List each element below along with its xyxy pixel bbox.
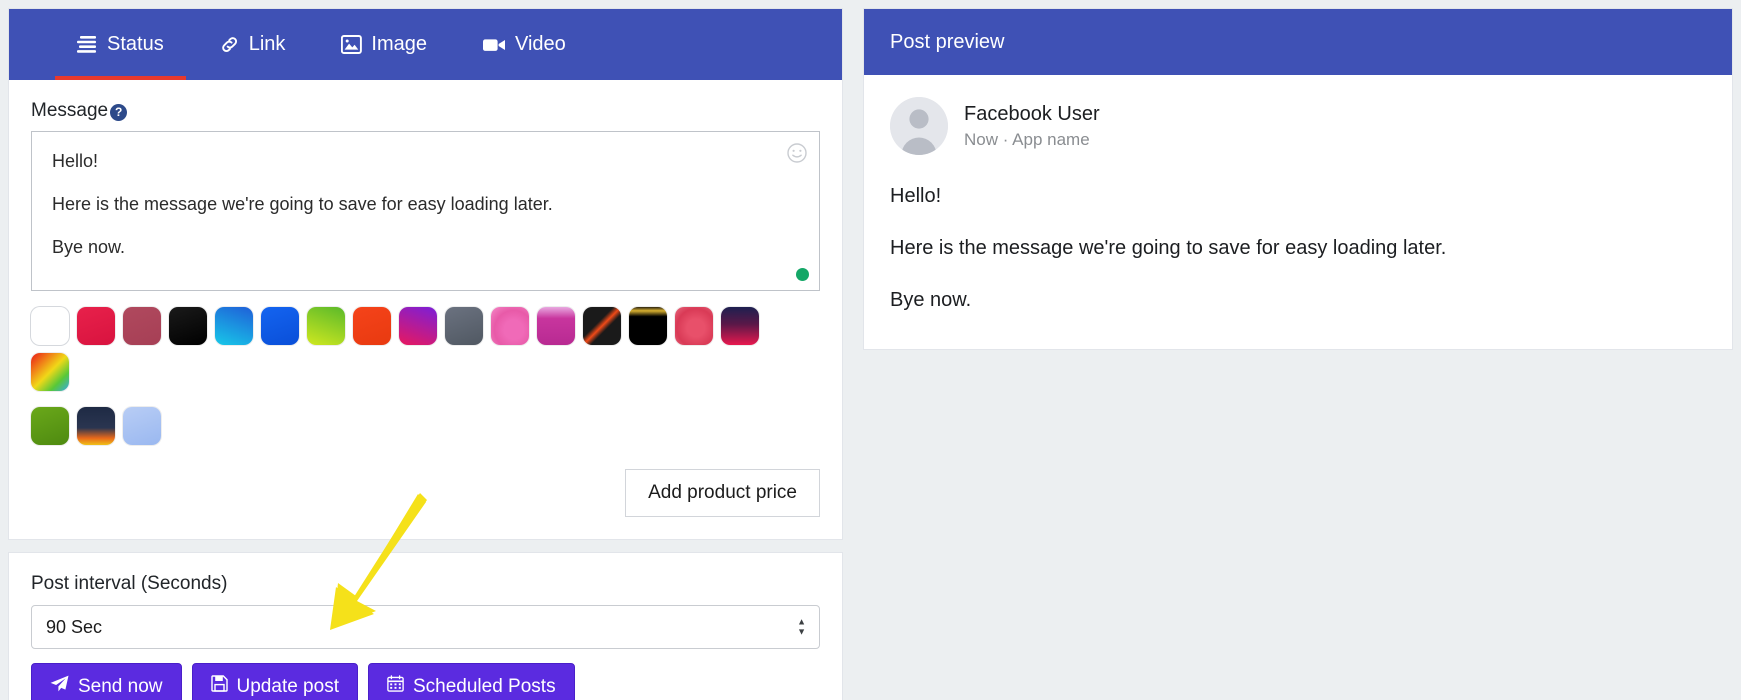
tab-video-label: Video: [515, 33, 566, 55]
post-interval-select[interactable]: 90 Sec: [31, 605, 820, 649]
swatch-light-blue[interactable]: [123, 407, 161, 445]
swatch-olive-green[interactable]: [31, 407, 69, 445]
message-line: Bye now.: [52, 237, 126, 258]
composer-card: Status Link Image Video Message ? Hello!…: [8, 8, 843, 540]
paper-plane-icon: [50, 675, 69, 698]
swatch-lime-green[interactable]: [307, 307, 345, 345]
link-icon: [220, 35, 240, 55]
background-color-swatches: [31, 307, 791, 445]
preview-line: Hello!: [890, 185, 942, 207]
swatch-white[interactable]: [31, 307, 69, 345]
message-label: Message: [31, 100, 109, 121]
message-line: Hello!: [52, 151, 99, 171]
swatch-black[interactable]: [169, 307, 207, 345]
post-preview-card: Post preview Facebook User Now · App nam…: [863, 8, 1733, 350]
send-now-label: Send now: [78, 675, 163, 697]
scheduled-posts-label: Scheduled Posts: [412, 675, 556, 697]
post-preview-header: Post preview: [864, 9, 1732, 75]
preview-user-meta: Now · App name: [964, 129, 1090, 149]
preview-user-row: Facebook User Now · App name: [890, 97, 1706, 155]
video-icon: [483, 37, 506, 53]
bars-icon: [77, 36, 98, 53]
smiley-icon[interactable]: [785, 141, 809, 165]
swatch-crimson[interactable]: [77, 307, 115, 345]
send-now-button[interactable]: Send now: [31, 663, 182, 700]
swatch-blue[interactable]: [261, 307, 299, 345]
preview-user-name: Facebook User: [964, 102, 1100, 125]
swatch-dusty-rose[interactable]: [123, 307, 161, 345]
message-label-row: Message ?: [31, 100, 820, 122]
swatch-orange-red[interactable]: [353, 307, 391, 345]
tab-image[interactable]: Image: [313, 9, 455, 80]
tab-image-label: Image: [371, 33, 427, 55]
scheduled-posts-button[interactable]: Scheduled Posts: [367, 663, 575, 700]
tab-video[interactable]: Video: [455, 9, 594, 80]
swatch-red-hearts[interactable]: [675, 307, 713, 345]
message-panel: Message ? Hello! Here is the message we'…: [9, 80, 842, 539]
resize-handle-dot[interactable]: [796, 268, 809, 281]
preview-column: Post preview Facebook User Now · App nam…: [851, 0, 1741, 700]
swatch-black-gold[interactable]: [629, 307, 667, 345]
post-interval-select-wrap: 90 Sec ▲ ▼: [31, 605, 820, 649]
add-product-price-row: Add product price: [31, 469, 820, 517]
add-product-price-button[interactable]: Add product price: [625, 469, 820, 517]
spinner-arrows-icon[interactable]: ▲ ▼: [797, 617, 806, 636]
person-avatar-icon: [890, 97, 948, 155]
tab-status-label: Status: [107, 33, 164, 55]
swatch-night-sunset[interactable]: [77, 407, 115, 445]
swatch-magenta-purple[interactable]: [399, 307, 437, 345]
update-post-button[interactable]: Update post: [191, 663, 358, 700]
post-type-tabbar: Status Link Image Video: [9, 9, 842, 80]
calendar-icon: [387, 675, 404, 698]
save-icon: [210, 675, 228, 698]
swatch-navy-red[interactable]: [721, 307, 759, 345]
app-root: Status Link Image Video Message ? Hello!…: [0, 0, 1741, 700]
preview-user-text: Facebook User Now · App name: [964, 103, 1100, 150]
update-post-label: Update post: [236, 675, 339, 697]
message-textarea[interactable]: Hello! Here is the message we're going t…: [31, 131, 820, 291]
tab-link[interactable]: Link: [192, 9, 314, 80]
composer-column: Status Link Image Video Message ? Hello!…: [0, 0, 851, 700]
tab-status[interactable]: Status: [49, 9, 192, 80]
post-interval-card: Post interval (Seconds) 90 Sec ▲▼ Send: [8, 552, 843, 700]
swatch-pink-hearts[interactable]: [491, 307, 529, 345]
swatch-magenta-chevron[interactable]: [537, 307, 575, 345]
swatch-slate-gray[interactable]: [445, 307, 483, 345]
post-interval-value: 90 Sec: [46, 616, 103, 637]
tab-link-label: Link: [248, 33, 286, 55]
question-circle-icon[interactable]: ?: [110, 103, 128, 121]
action-button-row: Send now Update post Scheduled Posts: [31, 663, 820, 700]
post-interval-label: Post interval (Seconds): [31, 573, 228, 594]
preview-line: Here is the message we're going to save …: [890, 237, 1447, 259]
post-preview-body: Facebook User Now · App name Hello! Here…: [864, 75, 1732, 349]
preview-line: Bye now.: [890, 289, 972, 311]
swatch-rainbow[interactable]: [31, 353, 69, 391]
swatch-orange-x[interactable]: [583, 307, 621, 345]
image-icon: [341, 35, 363, 54]
message-line: Here is the message we're going to save …: [52, 194, 553, 215]
swatch-cyan-blue[interactable]: [215, 307, 253, 345]
